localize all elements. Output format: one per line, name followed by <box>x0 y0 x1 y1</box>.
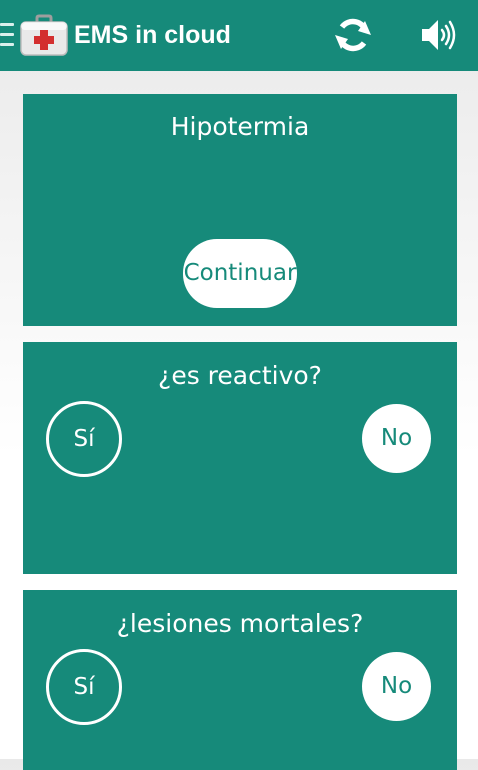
medical-kit-icon <box>20 14 68 56</box>
app-bar: EMS in cloud <box>0 0 478 71</box>
yes-button[interactable]: Sí <box>46 401 122 477</box>
refresh-icon[interactable] <box>333 15 373 55</box>
question-title: ¿lesiones mortales? <box>116 609 364 638</box>
hypothermia-card: Hipotermia Continuar <box>23 94 457 326</box>
no-button[interactable]: No <box>362 404 431 473</box>
fatal-injuries-question-card: ¿lesiones mortales? Sí No <box>23 590 457 770</box>
card-title: Hipotermia <box>170 112 310 141</box>
no-button[interactable]: No <box>362 652 431 721</box>
yes-button[interactable]: Sí <box>46 649 122 725</box>
menu-icon[interactable] <box>0 23 14 49</box>
question-title: ¿es reactivo? <box>158 361 322 390</box>
volume-icon[interactable] <box>418 15 458 55</box>
reactive-question-card: ¿es reactivo? Sí No <box>23 342 457 574</box>
continue-button[interactable]: Continuar <box>183 239 297 308</box>
app-title: EMS in cloud <box>74 21 231 49</box>
